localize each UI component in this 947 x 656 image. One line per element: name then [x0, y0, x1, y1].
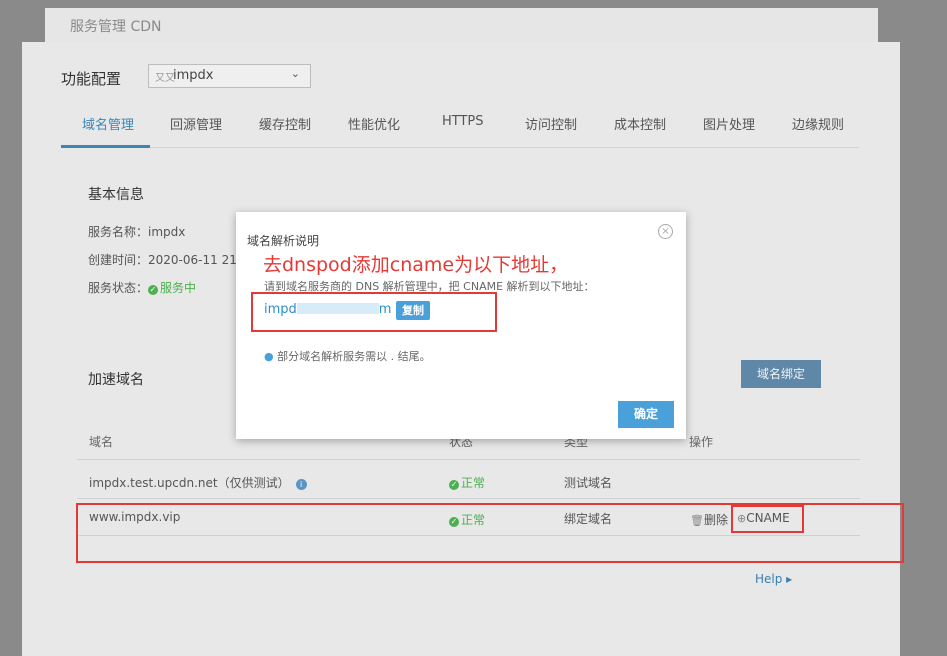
page-title: 服务管理 CDN: [70, 19, 162, 35]
created-time-value: 2020-06-11 21:1: [148, 253, 249, 267]
status-badge: ✓ 正常: [449, 474, 485, 491]
table-row-divider: [77, 498, 860, 499]
check-circle-icon: ✓: [148, 285, 159, 295]
tab-origin-management[interactable]: 回源管理: [170, 114, 222, 133]
dialog-title: 域名解析说明: [247, 234, 320, 248]
annotation-text: 去dnspod添加cname为以下地址，: [263, 254, 569, 276]
highlight-address-annotation: [251, 292, 497, 332]
type-cell: 测试域名: [564, 476, 613, 490]
chevron-down-icon: ⌄: [290, 67, 300, 80]
created-time-label: 创建时间：: [88, 253, 149, 267]
tab-domain-management[interactable]: 域名管理: [82, 114, 134, 133]
dialog-tip-text: 部分域名解析服务需以 . 结尾。: [277, 350, 431, 363]
bullet-icon: ●: [264, 350, 278, 363]
service-name-row: 服务名称：impdx: [88, 223, 185, 240]
service-status-label: 服务状态：: [88, 281, 149, 295]
tab-cache-control[interactable]: 缓存控制: [259, 114, 311, 133]
service-icon: 又又: [155, 73, 175, 84]
help-link[interactable]: Help ▸: [755, 572, 792, 586]
accel-domain-title: 加速域名: [88, 372, 144, 388]
service-status-text: 服务中: [160, 281, 197, 295]
confirm-button[interactable]: 确定: [618, 401, 674, 428]
tab-https[interactable]: HTTPS: [442, 114, 484, 129]
domain-text: impdx.test.upcdn.net（仅供测试）: [89, 476, 290, 490]
col-domain: 域名: [89, 435, 114, 449]
bind-domain-button[interactable]: 域名绑定: [741, 360, 821, 388]
config-label: 功能配置: [61, 70, 122, 88]
tab-performance[interactable]: 性能优化: [348, 114, 400, 133]
service-select[interactable]: 又又 impdx ⌄: [148, 64, 311, 88]
created-time-row: 创建时间：2020-06-11 21:1: [88, 251, 249, 268]
config-tabs: 域名管理 回源管理 缓存控制 性能优化 HTTPS 访问控制 成本控制 图片处理…: [61, 104, 859, 148]
state-text: 正常: [461, 476, 486, 490]
service-select-value: impdx: [173, 68, 214, 83]
basic-info-title: 基本信息: [88, 187, 144, 203]
tab-cost-control[interactable]: 成本控制: [614, 114, 666, 133]
tab-access-control[interactable]: 访问控制: [525, 114, 577, 133]
service-name-label: 服务名称：: [88, 225, 149, 239]
active-tab-indicator: [61, 145, 150, 148]
service-status-value: ✓ 服务中: [148, 281, 196, 295]
domain-cell: impdx.test.upcdn.net（仅供测试） i: [89, 474, 307, 491]
check-circle-icon: ✓: [449, 480, 459, 490]
service-status-row: 服务状态： ✓ 服务中: [88, 279, 196, 296]
tab-edge-rules[interactable]: 边缘规则: [792, 114, 844, 133]
info-icon[interactable]: i: [295, 479, 307, 490]
table-divider: [77, 459, 860, 460]
dialog-tip: ● 部分域名解析服务需以 . 结尾。: [264, 348, 431, 364]
highlight-cname-annotation: [731, 505, 804, 533]
tab-image-processing[interactable]: 图片处理: [703, 114, 755, 133]
service-name-value: impdx: [148, 225, 186, 239]
close-icon[interactable]: ×: [658, 224, 673, 239]
col-actions: 操作: [689, 435, 714, 449]
